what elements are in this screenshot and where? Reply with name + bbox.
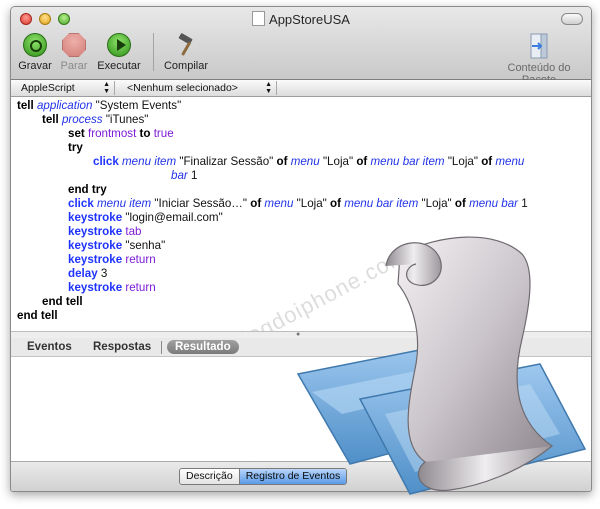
tab-events[interactable]: Eventos	[27, 340, 72, 354]
code-line: keystroke tab	[68, 225, 142, 238]
code-line: delay 3	[68, 267, 108, 280]
record-button[interactable]: Gravar	[13, 33, 57, 72]
code-line: keystroke return	[68, 253, 156, 266]
handler-value: <Nenhum selecionado>	[127, 82, 238, 94]
description-tab-button[interactable]: Descrição	[180, 469, 239, 484]
code-line: click menu item "Finalizar Sessão" of me…	[93, 155, 525, 168]
tab-divider	[161, 341, 162, 354]
code-line: set frontmost to true	[68, 127, 174, 140]
code-line: tell application "System Events"	[17, 99, 182, 112]
result-tabs: Eventos Respostas Resultado	[11, 338, 591, 357]
code-line: end tell	[42, 295, 83, 308]
tab-result[interactable]: Resultado	[167, 340, 239, 354]
code-line: keystroke "senha"	[68, 239, 166, 252]
stop-icon	[62, 33, 86, 57]
script-editor[interactable]: blogdoiphone.com tell application "Syste…	[11, 97, 589, 357]
handler-popup[interactable]: <Nenhum selecionado> ▲ ▼	[117, 81, 277, 95]
code-line: tell process "iTunes"	[42, 113, 149, 126]
record-icon	[23, 33, 47, 57]
title-bar: AppStoreUSA Gravar Parar Executar Compil…	[11, 7, 591, 86]
code-line: end tell	[17, 309, 58, 322]
code-line: try	[68, 141, 83, 154]
stop-label: Parar	[60, 60, 88, 72]
script-editor-window: AppStoreUSA Gravar Parar Executar Compil…	[10, 6, 592, 492]
hammer-icon	[174, 33, 198, 57]
result-pane[interactable]	[11, 357, 591, 461]
tab-replies[interactable]: Respostas	[93, 340, 151, 354]
run-label: Executar	[97, 60, 141, 72]
language-value: AppleScript	[21, 82, 75, 94]
toolbar-separator	[153, 33, 154, 71]
bottom-segmented-control: Descrição Registro de Eventos	[179, 468, 348, 485]
bundle-contents-button[interactable]: Conteúdo do Pacote	[493, 33, 585, 86]
code-line: end try	[68, 183, 107, 196]
toolbar-toggle-button[interactable]	[561, 13, 583, 25]
code-line: bar 1	[171, 169, 198, 182]
event-log-tab-button[interactable]: Registro de Eventos	[238, 469, 347, 484]
record-label: Gravar	[18, 60, 52, 72]
compile-label: Compilar	[163, 60, 208, 72]
run-icon	[107, 33, 131, 57]
language-popup[interactable]: AppleScript ▲ ▼	[11, 81, 115, 95]
window-title-text: AppStoreUSA	[269, 12, 350, 27]
stop-button[interactable]: Parar	[57, 33, 91, 72]
bundle-icon	[529, 33, 549, 59]
run-button[interactable]: Executar	[93, 33, 145, 72]
compile-button[interactable]: Compilar	[161, 33, 211, 72]
document-icon	[252, 11, 266, 26]
splitter-handle-icon: ●	[296, 331, 301, 338]
code-line: click menu item "Iniciar Sessão…" of men…	[68, 197, 528, 210]
navigation-bar: AppleScript ▲ ▼ <Nenhum selecionado> ▲ ▼	[11, 80, 591, 97]
code-line: keystroke "login@email.com"	[68, 211, 223, 224]
window-title: AppStoreUSA	[11, 11, 591, 27]
popup-arrows-icon: ▲ ▼	[265, 81, 272, 95]
bottom-bar: Descrição Registro de Eventos	[11, 461, 591, 491]
popup-arrows-icon: ▲ ▼	[103, 81, 110, 95]
code-line: keystroke return	[68, 281, 156, 294]
